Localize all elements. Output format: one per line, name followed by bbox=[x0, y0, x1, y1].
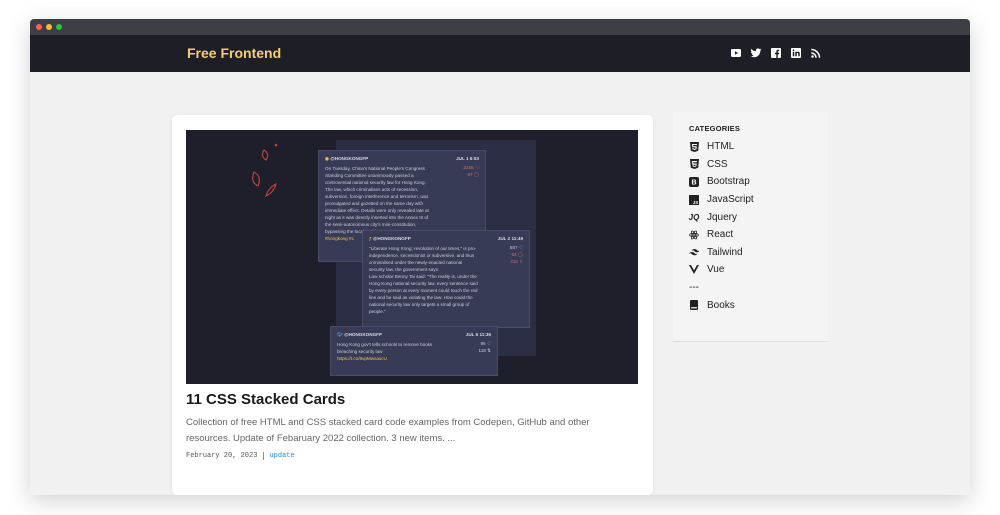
category-jquery[interactable]: JQ Jquery bbox=[689, 208, 754, 226]
tweet-date: JUL 6 11:36 bbox=[465, 332, 491, 337]
rss-icon[interactable] bbox=[810, 47, 822, 59]
article-tag-link[interactable]: update bbox=[263, 452, 295, 460]
category-bootstrap[interactable]: B Bootstrap bbox=[689, 173, 754, 191]
category-tailwind[interactable]: Tailwind bbox=[689, 244, 754, 262]
category-css[interactable]: CSS bbox=[689, 156, 754, 174]
tailwind-icon bbox=[689, 247, 699, 257]
category-javascript[interactable]: JS JavaScript bbox=[689, 191, 754, 209]
tweet-text: "Liberate Hong Kong; revolution of our t… bbox=[369, 246, 478, 314]
category-react[interactable]: React bbox=[689, 226, 754, 244]
css3-icon bbox=[689, 159, 699, 170]
html5-icon bbox=[689, 141, 699, 152]
tweet-handle: 🐦︎ @HONGKONGFP bbox=[337, 332, 383, 337]
browser-window: Free Frontend ◉ @HONGKONGFP JUL 1 6:03 2… bbox=[30, 19, 970, 495]
twitter-icon[interactable] bbox=[750, 47, 762, 59]
tweet-handle: ◉ @HONGKONGFP bbox=[325, 156, 369, 161]
article-date: February 20, 2023 bbox=[186, 452, 258, 460]
tweet-card-2: ƒ @HONGKONGFP JUL 2 11:49 857 ♡ 54 ◯ 410 ⇪ … bbox=[362, 230, 530, 328]
youtube-icon[interactable] bbox=[730, 47, 742, 59]
site-header: Free Frontend bbox=[30, 35, 970, 72]
article-meta: February 20, 2023 update bbox=[186, 452, 295, 460]
tweet-text: Hong Kong gov't tells schools to remove … bbox=[337, 342, 433, 361]
article-thumbnail[interactable]: ◉ @HONGKONGFP JUL 1 6:03 2155 ♡ 87 ◯ On Tu… bbox=[186, 130, 638, 384]
svg-text:B: B bbox=[691, 180, 696, 187]
category-html[interactable]: HTML bbox=[689, 138, 754, 156]
tweet-stats: 96 ♡ 118 ⇅ bbox=[478, 341, 491, 353]
site-brand[interactable]: Free Frontend bbox=[187, 45, 281, 61]
linkedin-icon[interactable] bbox=[790, 47, 802, 59]
tweet-date: JUL 1 6:03 bbox=[456, 156, 479, 161]
categories-heading: CATEGORIES bbox=[689, 124, 741, 133]
close-window-icon[interactable] bbox=[36, 24, 42, 30]
sidebar: CATEGORIES HTML CSS B Bootstrap JS JavaScr… bbox=[673, 112, 828, 342]
tweet-stats: 857 ♡ 54 ◯ 410 ⇪ bbox=[509, 245, 523, 264]
javascript-icon: JS bbox=[689, 194, 699, 205]
window-chrome bbox=[30, 19, 970, 35]
maximize-window-icon[interactable] bbox=[56, 24, 62, 30]
book-icon bbox=[689, 300, 699, 311]
vue-icon bbox=[689, 265, 699, 275]
tweet-stats: 2155 ♡ 87 ◯ bbox=[463, 165, 479, 177]
tweet-card-3: 🐦︎ @HONGKONGFP JUL 6 11:36 96 ♡ 118 ⇅ Hong… bbox=[330, 326, 498, 376]
main-content: ◉ @HONGKONGFP JUL 1 6:03 2155 ♡ 87 ◯ On Tu… bbox=[30, 72, 970, 495]
category-books[interactable]: Books bbox=[689, 296, 754, 314]
social-links bbox=[730, 47, 822, 59]
tweet-handle: ƒ @HONGKONGFP bbox=[369, 236, 411, 241]
category-list: HTML CSS B Bootstrap JS JavaScript JQ Jquer… bbox=[689, 138, 754, 314]
bootstrap-icon: B bbox=[689, 176, 699, 187]
article-title[interactable]: 11 CSS Stacked Cards bbox=[186, 391, 345, 408]
facebook-icon[interactable] bbox=[770, 47, 782, 59]
svg-text:JS: JS bbox=[693, 200, 699, 205]
category-separator: --- bbox=[689, 282, 699, 294]
minimize-window-icon[interactable] bbox=[46, 24, 52, 30]
tweet-date: JUL 2 11:49 bbox=[497, 236, 523, 241]
article-description: Collection of free HTML and CSS stacked … bbox=[186, 417, 590, 444]
react-icon bbox=[689, 230, 699, 240]
leaf-decoration-icon bbox=[252, 143, 278, 198]
article-card[interactable]: ◉ @HONGKONGFP JUL 1 6:03 2155 ♡ 87 ◯ On Tu… bbox=[172, 115, 653, 495]
jquery-icon: JQ bbox=[688, 212, 700, 222]
category-vue[interactable]: Vue bbox=[689, 261, 754, 279]
